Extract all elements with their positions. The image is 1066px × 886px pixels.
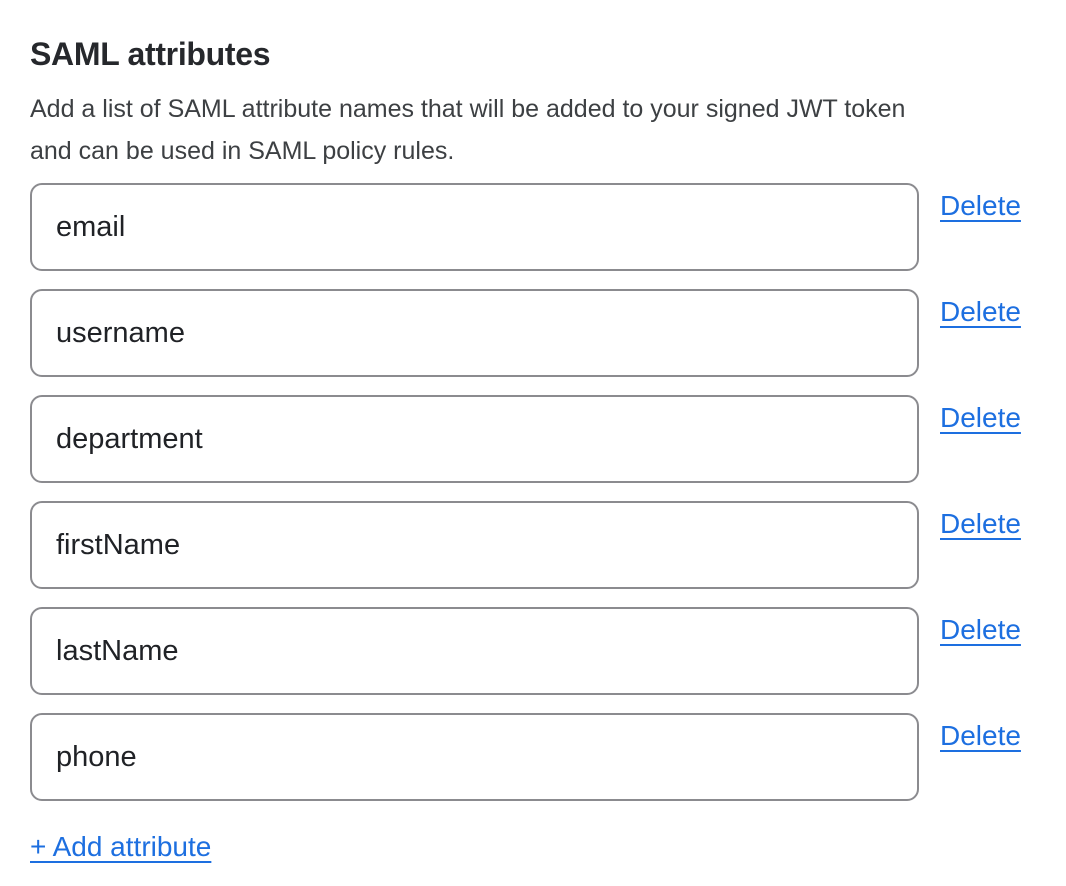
attribute-row: Delete — [30, 289, 1066, 377]
attribute-name-input[interactable] — [30, 501, 919, 589]
add-attribute-link[interactable]: + Add attribute — [30, 830, 211, 864]
delete-attribute-link[interactable]: Delete — [940, 719, 1021, 753]
attribute-row: Delete — [30, 607, 1066, 695]
attribute-row: Delete — [30, 713, 1066, 801]
saml-attributes-section: SAML attributes Add a list of SAML attri… — [0, 0, 1066, 864]
attribute-row: Delete — [30, 501, 1066, 589]
attribute-row: Delete — [30, 183, 1066, 271]
delete-attribute-link[interactable]: Delete — [940, 295, 1021, 329]
attribute-name-input[interactable] — [30, 183, 919, 271]
delete-attribute-link[interactable]: Delete — [940, 189, 1021, 223]
attribute-row: Delete — [30, 395, 1066, 483]
attribute-name-input[interactable] — [30, 713, 919, 801]
section-description-line-2: and can be used in SAML policy rules. — [30, 130, 1066, 172]
delete-attribute-link[interactable]: Delete — [940, 613, 1021, 647]
attribute-name-input[interactable] — [30, 395, 919, 483]
delete-attribute-link[interactable]: Delete — [940, 507, 1021, 541]
delete-attribute-link[interactable]: Delete — [940, 401, 1021, 435]
section-description-line-1: Add a list of SAML attribute names that … — [30, 88, 1066, 130]
section-title: SAML attributes — [30, 34, 1066, 74]
attribute-name-input[interactable] — [30, 289, 919, 377]
attribute-rows: Delete Delete Delete Delete Delete Delet… — [30, 183, 1066, 801]
section-description: Add a list of SAML attribute names that … — [30, 88, 1066, 172]
attribute-name-input[interactable] — [30, 607, 919, 695]
